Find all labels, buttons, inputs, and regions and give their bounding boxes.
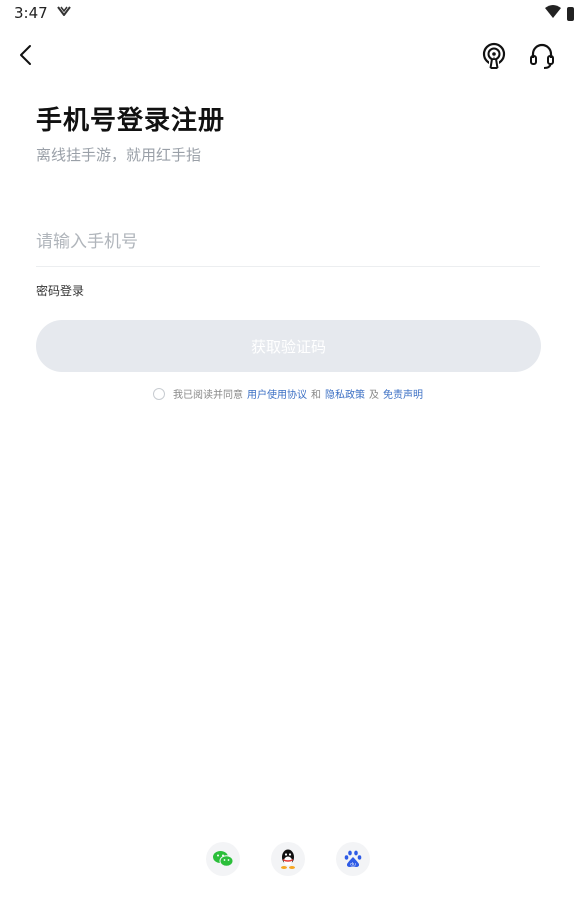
agreement-row: 我已阅读并同意 用户使用协议 和 隐私政策 及 免责声明 — [0, 386, 576, 401]
social-login: du — [0, 842, 576, 878]
wifi-icon — [545, 4, 561, 23]
top-bar — [0, 34, 576, 74]
status-time: 3:47 — [14, 4, 48, 22]
privacy-policy-link[interactable]: 隐私政策 — [325, 386, 365, 401]
phone-input[interactable] — [36, 222, 540, 262]
wechat-login-button[interactable] — [206, 842, 240, 876]
get-code-button[interactable]: 获取验证码 — [36, 320, 541, 372]
baidu-login-button[interactable]: du — [336, 842, 370, 876]
chevron-left-icon — [20, 45, 31, 65]
phone-field — [36, 222, 540, 267]
podcast-button[interactable] — [478, 40, 510, 72]
qq-icon — [281, 849, 295, 869]
agreement-prefix: 我已阅读并同意 — [173, 390, 243, 401]
agreement-and: 和 — [311, 390, 321, 401]
agreement-checkbox[interactable] — [153, 387, 165, 400]
user-agreement-link[interactable]: 用户使用协议 — [247, 386, 307, 401]
baidu-icon: du — [344, 850, 362, 868]
customer-service-button[interactable] — [526, 40, 558, 72]
back-button[interactable] — [12, 40, 42, 70]
battery-icon — [567, 6, 574, 21]
carrier-icon — [57, 5, 71, 19]
disclaimer-link[interactable]: 免责声明 — [383, 386, 423, 401]
agreement-and2: 及 — [369, 390, 379, 401]
podcast-icon — [482, 42, 506, 69]
svg-text:du: du — [350, 862, 356, 868]
wechat-icon — [213, 851, 234, 867]
password-login-link[interactable]: 密码登录 — [36, 282, 84, 299]
status-icons — [545, 4, 574, 23]
status-bar: 3:47 — [0, 0, 576, 26]
page-subtitle: 离线挂手游，就用红手指 — [36, 146, 202, 164]
qq-login-button[interactable] — [271, 842, 305, 876]
page-title: 手机号登录注册 — [36, 106, 226, 136]
headset-icon — [530, 43, 554, 69]
